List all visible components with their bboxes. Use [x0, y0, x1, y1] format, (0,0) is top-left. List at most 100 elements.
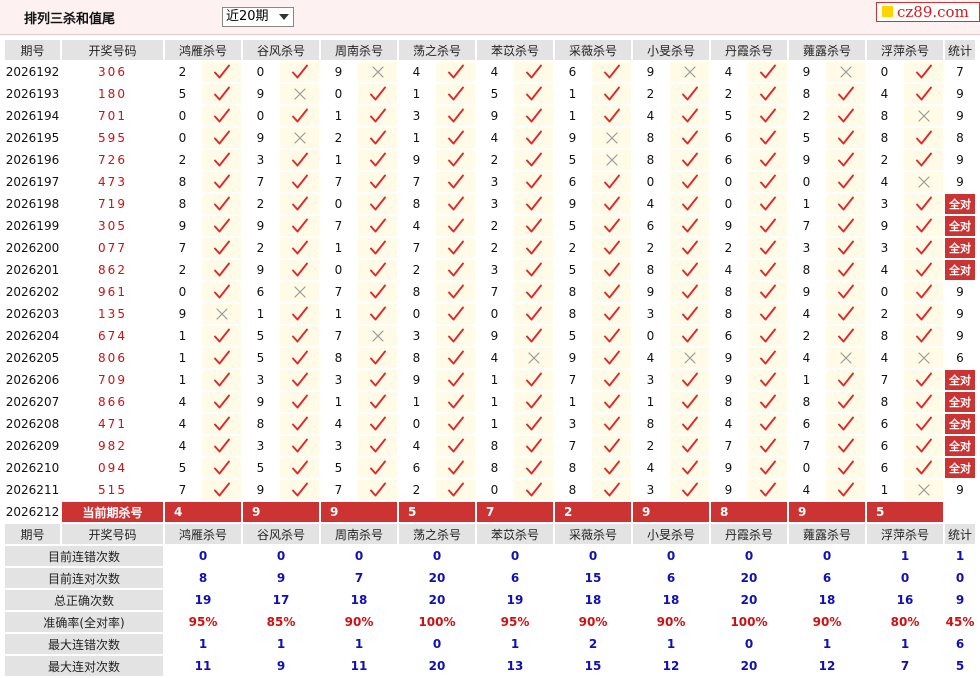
- kill-number-cell: 4: [789, 480, 824, 500]
- column-header: 期号: [5, 40, 60, 60]
- summary-value: 20: [711, 590, 787, 610]
- check-icon: [681, 240, 698, 255]
- check-icon: [837, 86, 854, 101]
- kill-number-cell: 2: [399, 260, 434, 280]
- check-icon: [759, 350, 776, 365]
- check-icon: [213, 196, 230, 211]
- column-header: 丹霞杀号: [711, 524, 787, 544]
- summary-label: 目前连对次数: [5, 568, 163, 588]
- result-mark-cell: [904, 282, 943, 302]
- result-mark-cell: [202, 392, 241, 412]
- result-mark-cell: [592, 172, 631, 192]
- site-logo[interactable]: cz89.com: [876, 2, 980, 22]
- period-cell: 2026192: [5, 62, 60, 82]
- kill-number-cell: 5: [321, 458, 356, 478]
- result-mark-cell: [826, 414, 865, 434]
- stat-cell: 9: [945, 84, 975, 104]
- result-mark-cell: [748, 84, 787, 104]
- column-header: 谷风杀号: [243, 40, 319, 60]
- check-icon: [603, 64, 620, 79]
- kill-number-cell: 0: [633, 172, 668, 192]
- period-cell: 2026211: [5, 480, 60, 500]
- summary-value: 1: [633, 634, 709, 654]
- result-mark-cell: [826, 150, 865, 170]
- table-row: 2026202 961 0 6 7 8 7 8 9 8 9 0 9: [5, 282, 975, 302]
- result-mark-cell: [514, 216, 553, 236]
- draw-number-cell: 515: [62, 480, 163, 500]
- kill-number-cell: 3: [399, 106, 434, 126]
- result-mark-cell: [280, 62, 319, 82]
- table-row: 2026210 094 5 5 5 6 8 8 4 9 0 6 全对: [5, 458, 975, 478]
- check-icon: [369, 218, 386, 233]
- check-icon: [447, 394, 464, 409]
- check-icon: [759, 262, 776, 277]
- kill-number-cell: 2: [165, 260, 200, 280]
- check-icon: [915, 460, 932, 475]
- check-icon: [837, 416, 854, 431]
- check-icon: [213, 350, 230, 365]
- check-icon: [369, 416, 386, 431]
- result-mark-cell: [280, 392, 319, 412]
- table-row: 2026201 862 2 9 0 2 3 5 8 4 8 4 全对: [5, 260, 975, 280]
- check-icon: [291, 482, 308, 497]
- check-icon: [447, 460, 464, 475]
- draw-number-cell: 719: [62, 194, 163, 214]
- check-icon: [681, 394, 698, 409]
- cross-icon: [683, 352, 696, 364]
- kill-number-cell: 5: [555, 150, 590, 170]
- draw-number-cell: 709: [62, 370, 163, 390]
- result-mark-cell: [904, 62, 943, 82]
- result-mark-cell: [592, 194, 631, 214]
- result-mark-cell: [592, 128, 631, 148]
- kill-number-cell: 5: [243, 458, 278, 478]
- check-icon: [369, 108, 386, 123]
- check-icon: [213, 460, 230, 475]
- draw-number-cell: 094: [62, 458, 163, 478]
- kill-number-cell: 2: [165, 62, 200, 82]
- stat-cell: 6: [945, 348, 975, 368]
- result-mark-cell: [592, 106, 631, 126]
- column-header: 期号: [5, 524, 60, 544]
- check-icon: [291, 328, 308, 343]
- kill-number-cell: 7: [867, 370, 902, 390]
- check-icon: [213, 372, 230, 387]
- result-mark-cell: [670, 326, 709, 346]
- result-mark-cell: [514, 370, 553, 390]
- result-mark-cell: [436, 62, 475, 82]
- stat-cell: 9: [945, 282, 975, 302]
- check-icon: [447, 262, 464, 277]
- period-cell: 2026199: [5, 216, 60, 236]
- kill-number-cell: 9: [321, 62, 356, 82]
- result-mark-cell: [280, 128, 319, 148]
- logo-square-icon: [882, 6, 893, 17]
- kill-number-cell: 8: [867, 106, 902, 126]
- result-mark-cell: [904, 172, 943, 192]
- result-mark-cell: [826, 326, 865, 346]
- result-mark-cell: [670, 172, 709, 192]
- check-icon: [369, 372, 386, 387]
- cross-icon: [371, 66, 384, 78]
- summary-value: 95%: [477, 612, 553, 632]
- result-mark-cell: [358, 194, 397, 214]
- kill-number-cell: 9: [789, 62, 824, 82]
- table-row: 2026195 595 0 9 2 1 4 9 8 6 5 8 8: [5, 128, 975, 148]
- summary-value: 0: [711, 634, 787, 654]
- check-icon: [213, 394, 230, 409]
- kill-number-cell: 0: [165, 282, 200, 302]
- check-icon: [213, 262, 230, 277]
- summary-value: 9: [243, 568, 319, 588]
- period-select[interactable]: 近20期: [222, 7, 294, 27]
- summary-value: 18: [789, 590, 865, 610]
- kill-number-cell: 2: [789, 106, 824, 126]
- summary-value: 1: [321, 634, 397, 654]
- result-mark-cell: [670, 436, 709, 456]
- period-cell: 2026201: [5, 260, 60, 280]
- result-mark-cell: [904, 216, 943, 236]
- result-mark-cell: [358, 260, 397, 280]
- check-icon: [213, 152, 230, 167]
- check-icon: [837, 284, 854, 299]
- kill-number-cell: 4: [399, 62, 434, 82]
- check-icon: [447, 108, 464, 123]
- column-header: 周南杀号: [321, 40, 397, 60]
- result-mark-cell: [670, 260, 709, 280]
